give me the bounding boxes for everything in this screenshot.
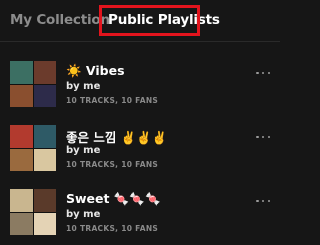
playlist-cover[interactable] (10, 125, 56, 171)
playlist-owner: by me (66, 209, 101, 220)
playlist-row[interactable]: ☀️ Vibes by me 10 TRACKS, 10 FANS (0, 61, 280, 117)
playlist-title[interactable]: 좋은 느낌 ✌️✌️✌️ (66, 127, 167, 146)
more-options-icon[interactable] (256, 135, 270, 139)
cover-tile (33, 84, 56, 107)
cover-tile (10, 84, 33, 107)
cover-tile (10, 125, 33, 148)
tab-bar: My Collection Public Playlists (0, 0, 280, 44)
tab-my-collection[interactable]: My Collection (10, 12, 110, 28)
more-options-icon[interactable] (256, 71, 270, 75)
cover-tile (10, 61, 33, 84)
more-dot (256, 199, 259, 203)
more-options-icon[interactable] (256, 199, 270, 203)
more-dot (261, 135, 265, 139)
playlist-title[interactable]: ☀️ Vibes (66, 63, 125, 79)
playlist-meta: 10 TRACKS, 10 FANS (66, 224, 159, 233)
playlist-meta: 10 TRACKS, 10 FANS (66, 160, 159, 169)
playlist-cover[interactable] (10, 189, 56, 235)
more-dot (267, 199, 270, 203)
more-dot (256, 71, 259, 75)
playlist-row[interactable]: 좋은 느낌 ✌️✌️✌️ by me 10 TRACKS, 10 FANS (0, 125, 280, 181)
more-dot (261, 199, 265, 203)
more-dot (261, 71, 265, 75)
playlist-owner: by me (66, 81, 101, 92)
cover-tile (33, 148, 56, 171)
playlist-row[interactable]: Sweet 🍬🍬🍬 by me 10 TRACKS, 10 FANS (0, 189, 280, 245)
cover-tile (10, 212, 33, 235)
more-dot (267, 71, 270, 75)
playlist-title[interactable]: Sweet 🍬🍬🍬 (66, 191, 161, 207)
cover-tile (33, 61, 56, 84)
tab-divider (0, 41, 280, 42)
highlight-annotation-box (99, 5, 200, 36)
cover-tile (10, 148, 33, 171)
playlist-meta: 10 TRACKS, 10 FANS (66, 96, 159, 105)
more-dot (256, 135, 259, 139)
cover-tile (33, 189, 56, 212)
playlist-owner: by me (66, 145, 101, 156)
more-dot (267, 135, 270, 139)
playlist-cover[interactable] (10, 61, 56, 107)
cover-tile (33, 212, 56, 235)
cover-tile (10, 189, 33, 212)
cover-tile (33, 125, 56, 148)
